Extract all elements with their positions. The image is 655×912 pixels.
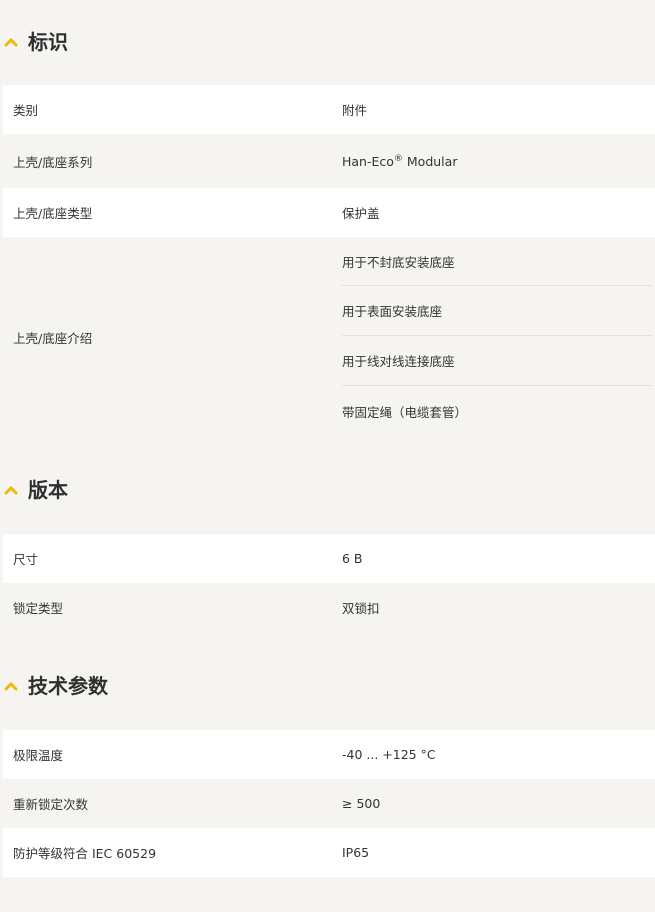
row-value: IP65 xyxy=(342,845,370,860)
row-label: 类别 xyxy=(13,103,39,118)
row-label: 尺寸 xyxy=(13,552,39,567)
row-value: -40 ... +125 °C xyxy=(342,747,436,762)
series-suffix: Modular xyxy=(402,153,458,169)
table-row: 尺寸 6 B xyxy=(3,534,655,583)
table-row: 重新锁定次数 ≥ 500 xyxy=(3,779,655,828)
multi-value-list: 用于不封底安装底座 用于表面安装底座 用于线对线连接底座 带固定绳（电缆套管） xyxy=(342,237,652,437)
version-table: 尺寸 6 B 锁定类型 双锁扣 xyxy=(3,534,655,632)
technical-table: 极限温度 -40 ... +125 °C 重新锁定次数 ≥ 500 防护等级符合… xyxy=(3,730,655,877)
section-header-version[interactable]: 版本 xyxy=(0,468,655,512)
row-value: ≥ 500 xyxy=(342,796,381,811)
chevron-up-icon xyxy=(4,682,18,691)
series-name: Han-Eco xyxy=(342,153,394,169)
section-header-technical[interactable]: 技术参数 xyxy=(0,664,655,708)
row-label: 上壳/底座类型 xyxy=(13,206,93,221)
list-item: 用于线对线连接底座 xyxy=(342,336,652,386)
list-item: 用于表面安装底座 xyxy=(342,286,652,336)
row-label: 锁定类型 xyxy=(13,601,64,616)
section-header-identification[interactable]: 标识 xyxy=(0,20,655,64)
table-row: 类别 附件 xyxy=(3,85,655,134)
row-label: 上壳/底座系列 xyxy=(13,154,93,170)
row-value: 保护盖 xyxy=(342,206,380,221)
chevron-up-icon xyxy=(4,38,18,47)
row-value: 6 B xyxy=(342,551,363,566)
list-item: 带固定绳（电缆套管） xyxy=(342,405,468,420)
chevron-up-icon xyxy=(4,486,18,495)
row-value: Han-Eco® Modular xyxy=(342,154,457,169)
row-value: 双锁扣 xyxy=(342,601,380,616)
row-label: 防护等级符合 IEC 60529 xyxy=(13,846,157,861)
row-value: 附件 xyxy=(342,103,368,118)
table-row: 上壳/底座系列 Han-Eco® Modular xyxy=(3,134,655,188)
table-row: 极限温度 -40 ... +125 °C xyxy=(3,730,655,779)
row-label: 极限温度 xyxy=(13,748,64,763)
section-title: 版本 xyxy=(28,478,68,502)
table-row: 上壳/底座介绍 用于不封底安装底座 用于表面安装底座 用于线对线连接底座 带固定… xyxy=(3,237,655,437)
identification-table: 类别 附件 上壳/底座系列 Han-Eco® Modular 上壳/底座类型 保… xyxy=(3,85,655,437)
row-label: 上壳/底座介绍 xyxy=(13,330,93,346)
table-row: 防护等级符合 IEC 60529 IP65 xyxy=(3,828,655,877)
table-row: 上壳/底座类型 保护盖 xyxy=(3,188,655,237)
row-label: 重新锁定次数 xyxy=(13,797,89,812)
registered-mark: ® xyxy=(393,153,403,164)
section-title: 标识 xyxy=(28,30,68,54)
list-item: 用于不封底安装底座 xyxy=(342,237,652,286)
section-title: 技术参数 xyxy=(28,674,108,698)
table-row: 锁定类型 双锁扣 xyxy=(3,583,655,632)
